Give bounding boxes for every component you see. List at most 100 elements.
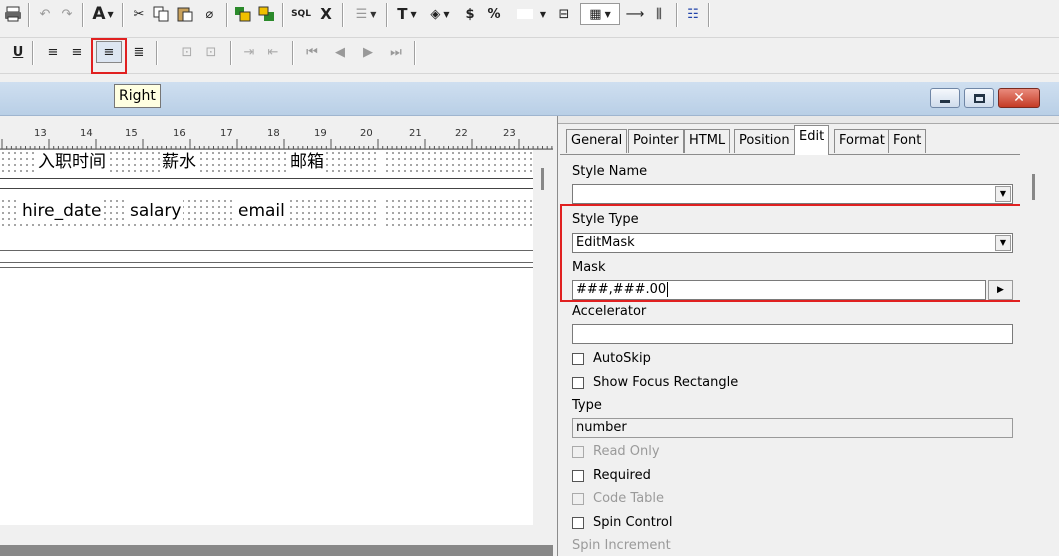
sql-icon[interactable]: SQL [288, 3, 314, 25]
field-email[interactable]: email [236, 200, 287, 222]
separator [342, 3, 344, 27]
band-line [0, 262, 553, 263]
redo-icon[interactable]: ↷ [58, 3, 76, 25]
align-icon[interactable]: ☰ ▼ [350, 3, 382, 25]
layout-icon[interactable]: ☷ [682, 3, 704, 25]
separator [28, 3, 30, 27]
band-line [0, 250, 553, 251]
separator [282, 3, 284, 27]
type-field: number [572, 418, 1013, 438]
eraser-icon[interactable]: ⌀ [198, 3, 220, 25]
indent-icon[interactable]: ⇥ [238, 41, 260, 63]
toolbar-row-2: U ≡ ≡ ≡ ≣ ⊡ ⊡ ⇥ ⇤ ⏮ ◀ ▶ ⏭ [0, 38, 1059, 74]
separator [122, 3, 124, 27]
show-focus-rectangle-checkbox[interactable]: Show Focus Rectangle [572, 375, 738, 390]
text-icon[interactable]: T ▼ [392, 3, 422, 25]
next-record-icon[interactable]: ▶ [358, 41, 378, 63]
first-record-icon[interactable]: ⏮ [302, 41, 322, 63]
accelerator-input[interactable] [572, 324, 1013, 344]
style-name-label: Style Name [572, 164, 648, 179]
undo-icon[interactable]: ↶ [36, 3, 54, 25]
grid-icon[interactable]: ▦ ▼ [580, 3, 620, 25]
band-divider [380, 150, 386, 176]
tab-format[interactable]: Format [834, 129, 890, 153]
header-hire-date[interactable]: 入职时间 [36, 151, 108, 173]
band-line [0, 188, 533, 189]
separator [156, 41, 158, 65]
ruler-label: 19 [314, 128, 327, 139]
font-icon[interactable]: A ▼ [88, 3, 118, 25]
maximize-button[interactable] [964, 88, 994, 108]
separator [708, 3, 710, 27]
paste-icon[interactable] [174, 3, 196, 25]
toolbar-row-1: ↶ ↷ A ▼ ✂ ⌀ SQL X ☰ ▼ T ▼ ◈ ▼ $ % ▼ ⊟ ▦ ▼ ⟶ ⫼… [0, 0, 1059, 38]
ungroup-icon[interactable]: ⊡ [200, 41, 222, 63]
ruler: 13 14 15 16 17 18 19 20 21 22 23 [0, 116, 553, 150]
required-checkbox[interactable]: Required [572, 468, 651, 483]
align-center-icon[interactable]: ≡ [66, 41, 88, 63]
align-left-icon[interactable]: ≡ [42, 41, 64, 63]
columns-icon[interactable]: ⫼ [648, 3, 670, 25]
close-button[interactable]: ✕ [998, 88, 1040, 108]
send-to-back-icon[interactable] [256, 3, 278, 25]
report-canvas[interactable] [0, 116, 553, 556]
separator [386, 3, 388, 27]
chevron-down-icon[interactable]: ▼ [995, 186, 1011, 202]
canvas-vertical-scrollbar[interactable] [533, 150, 553, 525]
copy-icon[interactable] [150, 3, 172, 25]
tab-position[interactable]: Position [734, 129, 795, 153]
group-icon[interactable]: ⊡ [176, 41, 198, 63]
autoskip-checkbox[interactable]: AutoSkip [572, 351, 651, 366]
style-name-select[interactable]: ▼ [572, 184, 1013, 204]
cut-icon[interactable]: ✂ [128, 3, 150, 25]
bring-to-front-icon[interactable] [232, 3, 254, 25]
last-record-icon[interactable]: ⏭ [386, 41, 406, 63]
ruler-label: 22 [455, 128, 468, 139]
separator [676, 3, 678, 27]
accelerator-label: Accelerator [572, 304, 647, 319]
code-table-checkbox[interactable]: Code Table [572, 491, 664, 506]
minimize-button[interactable] [930, 88, 960, 108]
header-email[interactable]: 邮箱 [288, 151, 326, 173]
tab-general[interactable]: General [566, 129, 628, 153]
separator [226, 3, 228, 27]
delete-icon[interactable]: X [316, 3, 336, 25]
ruler-label: 15 [125, 128, 138, 139]
tab-edit[interactable]: Edit [794, 125, 830, 155]
ruler-label: 21 [409, 128, 422, 139]
percent-icon[interactable]: % [484, 3, 504, 25]
band-line [0, 267, 553, 268]
read-only-checkbox[interactable]: Read Only [572, 444, 660, 459]
separator [414, 41, 416, 65]
currency-icon[interactable]: $ [460, 3, 480, 25]
field-salary[interactable]: salary [128, 200, 184, 222]
paint-icon[interactable]: ◈ ▼ [424, 3, 456, 25]
status-strip [0, 545, 553, 556]
panel-top-strip [558, 116, 1059, 124]
arrow-icon[interactable]: ⟶ [624, 3, 646, 25]
tab-pointer[interactable]: Pointer [628, 129, 684, 153]
separator [230, 41, 232, 65]
tooltip: Right [114, 84, 161, 108]
prev-record-icon[interactable]: ◀ [330, 41, 350, 63]
panel-vertical-scrollbar[interactable] [1020, 154, 1059, 556]
spin-control-checkbox[interactable]: Spin Control [572, 515, 672, 530]
header-salary[interactable]: 薪水 [160, 151, 198, 173]
canvas-horizontal-scrollbar[interactable] [0, 525, 553, 545]
print-icon[interactable] [2, 3, 24, 25]
type-label: Type [572, 398, 602, 413]
underline-button[interactable]: U [8, 41, 28, 63]
band-divider [380, 198, 386, 226]
tab-html[interactable]: HTML [684, 129, 731, 153]
outdent-icon[interactable]: ⇤ [262, 41, 284, 63]
tab-font[interactable]: Font [888, 129, 927, 153]
color-dropdown[interactable]: ▼ [510, 3, 552, 25]
highlight-style-mask [560, 204, 1046, 302]
ruler-label: 17 [220, 128, 233, 139]
ruler-label: 13 [34, 128, 47, 139]
ruler-label: 18 [267, 128, 280, 139]
justify-icon[interactable]: ≣ [128, 41, 150, 63]
field-hire-date[interactable]: hire_date [20, 200, 104, 222]
border-icon[interactable]: ⊟ [554, 3, 574, 25]
separator [82, 3, 84, 27]
